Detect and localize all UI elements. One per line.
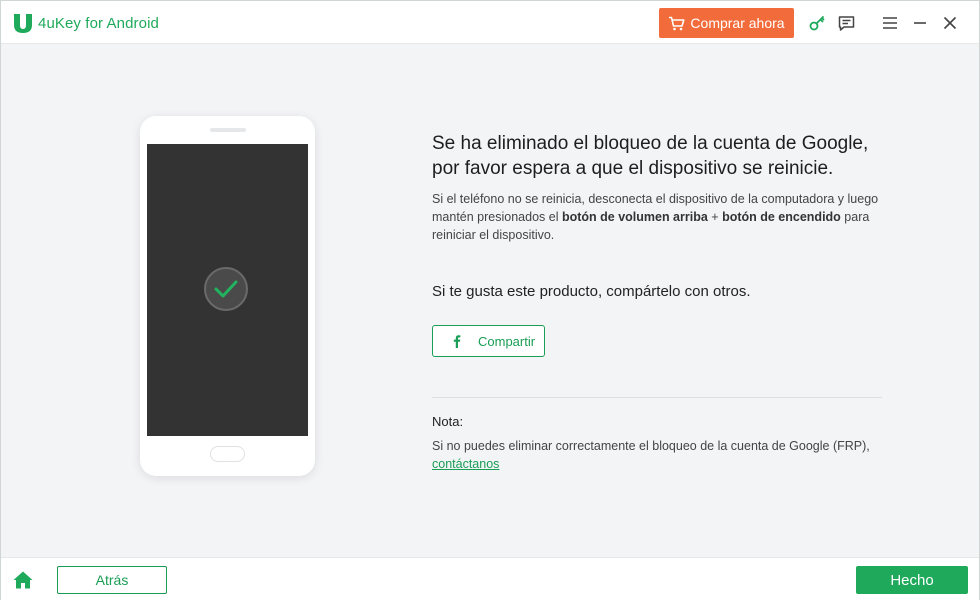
done-button[interactable]: Hecho	[856, 566, 968, 594]
buy-now-button[interactable]: Comprar ahora	[659, 8, 794, 38]
home-icon[interactable]	[12, 570, 34, 590]
phone-screen	[147, 144, 308, 436]
page-title: Se ha eliminado el bloqueo de la cuenta …	[432, 131, 902, 181]
cart-icon	[669, 16, 686, 30]
key-icon[interactable]	[807, 13, 827, 33]
minimize-icon[interactable]	[910, 13, 930, 33]
footer-bar: Atrás Hecho	[1, 557, 979, 600]
buy-now-label: Comprar ahora	[690, 15, 785, 31]
phone-home-button	[210, 446, 245, 462]
note-text: Si no puedes eliminar correctamente el b…	[432, 437, 882, 473]
desc-power-button: botón de encendido	[722, 210, 841, 224]
divider	[432, 397, 882, 398]
phone-illustration	[140, 116, 315, 476]
note-body: Si no puedes eliminar correctamente el b…	[432, 439, 870, 453]
back-button[interactable]: Atrás	[57, 566, 167, 594]
success-check-icon	[204, 267, 248, 311]
app-window: 4uKey for Android Comprar ahora Se ha el…	[0, 0, 980, 600]
contact-us-link[interactable]: contáctanos	[432, 457, 499, 471]
share-button-label: Compartir	[478, 333, 536, 349]
main-content: Se ha eliminado el bloqueo de la cuenta …	[1, 44, 979, 557]
app-title: 4uKey for Android	[38, 15, 159, 32]
share-button[interactable]: Compartir	[432, 325, 545, 357]
headline-line-2: por favor espera a que el dispositivo se…	[432, 158, 834, 179]
note-label: Nota:	[432, 414, 464, 429]
facebook-icon	[453, 335, 461, 348]
desc-part-2: +	[707, 210, 723, 224]
share-prompt: Si te gusta este producto, compártelo co…	[432, 283, 751, 300]
phone-speaker	[210, 128, 246, 132]
feedback-icon[interactable]	[836, 13, 856, 33]
close-icon[interactable]	[940, 13, 960, 33]
headline-line-1: Se ha eliminado el bloqueo de la cuenta …	[432, 133, 869, 154]
title-bar: 4uKey for Android Comprar ahora	[1, 1, 979, 44]
app-logo-icon	[14, 14, 32, 33]
menu-icon[interactable]	[880, 13, 900, 33]
instructions-text: Si el teléfono no se reinicia, desconect…	[432, 190, 882, 244]
desc-volume-up: botón de volumen arriba	[561, 210, 708, 224]
